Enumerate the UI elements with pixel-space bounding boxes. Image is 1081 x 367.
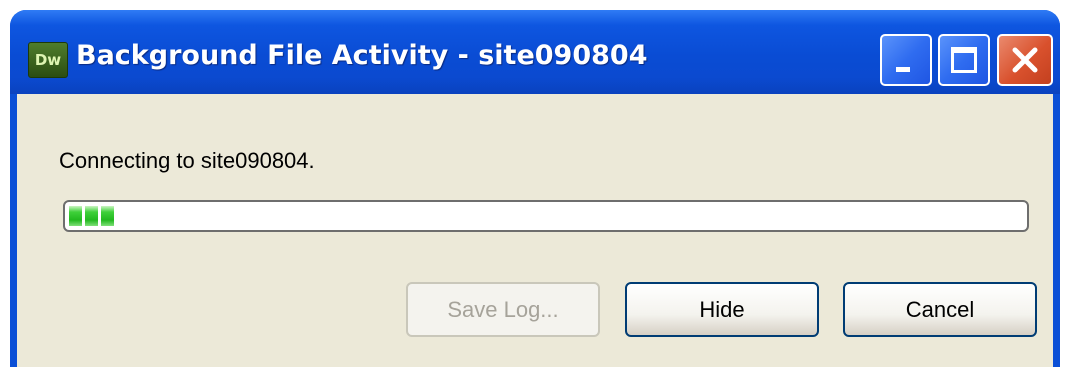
progress-segment — [69, 206, 82, 226]
minimize-button[interactable] — [880, 34, 932, 86]
close-button[interactable] — [997, 34, 1053, 86]
close-icon — [999, 36, 1051, 84]
dialog-window: Dw Background File Activity - site090804… — [10, 10, 1060, 367]
status-message: Connecting to site090804. — [59, 148, 315, 173]
progress-segment — [101, 206, 114, 226]
save-log-button[interactable]: Save Log... — [406, 282, 600, 337]
progress-segment — [85, 206, 98, 226]
cancel-button[interactable]: Cancel — [843, 282, 1037, 337]
title-bar[interactable]: Dw Background File Activity - site090804 — [10, 10, 1060, 94]
minimize-icon — [896, 67, 910, 72]
progress-fill — [69, 206, 1023, 226]
hide-button[interactable]: Hide — [625, 282, 819, 337]
dreamweaver-app-icon: Dw — [28, 42, 68, 78]
maximize-icon — [951, 47, 977, 73]
maximize-button[interactable] — [938, 34, 990, 86]
dialog-body: Connecting to site090804. Save Log... Hi… — [17, 94, 1053, 367]
window-title: Background File Activity - site090804 — [76, 40, 648, 71]
progress-bar — [63, 200, 1029, 232]
